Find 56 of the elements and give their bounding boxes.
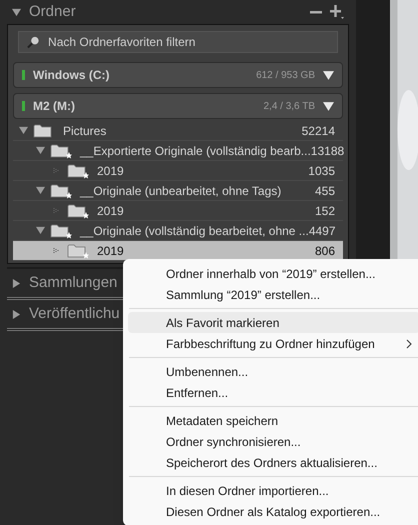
folder-name: __Exportierte Originale (vollständig bearb... <box>80 142 311 160</box>
expanded-triangle-icon[interactable] <box>36 226 44 235</box>
volume-usage: 2,4 / 3,6 TB <box>263 100 315 114</box>
volume-header[interactable]: M2 (M:) 2,4 / 3,6 TB <box>13 93 343 119</box>
menu-item[interactable]: Metadaten speichern <box>128 410 418 431</box>
image-count: 806 <box>314 242 335 260</box>
expanded-triangle-icon[interactable] <box>36 146 44 155</box>
folder-row[interactable]: Pictures 52214 <box>13 121 343 141</box>
search-input[interactable]: Nach Ordnerfavoriten filtern <box>48 33 329 51</box>
volume-header[interactable]: Windows (C:) 612 / 953 GB <box>13 62 343 88</box>
dotted-arrow-icon <box>53 166 61 174</box>
menu-item[interactable]: Entfernen... <box>128 382 418 403</box>
folder-row[interactable]: 2019 806 <box>13 241 343 261</box>
section-title[interactable]: Sammlungen <box>29 272 118 294</box>
menu-item[interactable]: Sammlung “2019” erstellen... <box>128 284 418 305</box>
menu-item[interactable]: Umbenennen... <box>128 361 418 382</box>
dotted-arrow-icon <box>53 206 61 214</box>
dropdown-triangle-icon[interactable] <box>323 70 334 80</box>
menu-item[interactable]: In diesen Ordner importieren... <box>128 480 418 501</box>
collapsed-triangle-icon[interactable] <box>12 310 21 318</box>
image-count: 1035 <box>308 162 335 180</box>
search-icon <box>27 35 40 49</box>
folder-row[interactable]: __Exportierte Originale (vollständig bearb...13188 <box>13 141 343 161</box>
search-field[interactable]: Nach Ordnerfavoriten filtern <box>18 31 338 53</box>
image-count: 52214 <box>302 122 335 140</box>
menu-item[interactable]: Diesen Ordner als Katalog exportieren... <box>128 501 418 522</box>
folder-name: __Originale (vollständig bearbeitet, ohne ... <box>80 222 309 240</box>
image-count: 13188 <box>310 142 344 160</box>
menu-item[interactable]: Speicherort des Ordners aktualisieren... <box>128 452 418 473</box>
image-count: 4497 <box>308 222 336 240</box>
dropdown-triangle-icon[interactable] <box>323 100 334 112</box>
plus-icon[interactable] <box>330 5 344 19</box>
folder-name: Pictures <box>63 122 106 140</box>
volume-name: Windows (C:) <box>33 67 110 84</box>
panel-triangle-icon[interactable] <box>12 8 21 16</box>
folder-name: 2019 <box>97 202 124 220</box>
volume-usage: 612 / 953 GB <box>256 68 315 82</box>
section-title[interactable]: Veröffentlichu <box>29 302 120 326</box>
expanded-triangle-icon[interactable] <box>18 126 28 135</box>
folder-name: __Originale (unbearbeitet, ohne Tags) <box>80 182 282 200</box>
folder-name: 2019 <box>97 242 124 260</box>
folder-row[interactable]: 2019 152 <box>13 201 343 221</box>
menu-item[interactable]: Ordner innerhalb von “2019” erstellen... <box>128 263 418 284</box>
image-count: 455 <box>314 182 335 200</box>
collapsed-triangle-icon[interactable] <box>12 278 21 288</box>
menu-item[interactable]: Farbbeschriftung zu Ordner hinzufügen <box>128 333 418 354</box>
menu-item[interactable]: Als Favorit markieren <box>128 312 418 333</box>
dotted-arrow-icon <box>53 246 61 254</box>
panel-title: Ordner <box>29 2 76 22</box>
image-count: 152 <box>314 202 335 220</box>
menu-item[interactable]: Ordner synchronisieren... <box>128 431 418 452</box>
folder-row[interactable]: 2019 1035 <box>13 161 343 181</box>
folder-row[interactable]: __Originale (unbearbeitet, ohne Tags) 455 <box>13 181 343 201</box>
expanded-triangle-icon[interactable] <box>36 186 44 195</box>
folder-name: 2019 <box>97 162 124 180</box>
volume-name: M2 (M:) <box>33 98 75 115</box>
